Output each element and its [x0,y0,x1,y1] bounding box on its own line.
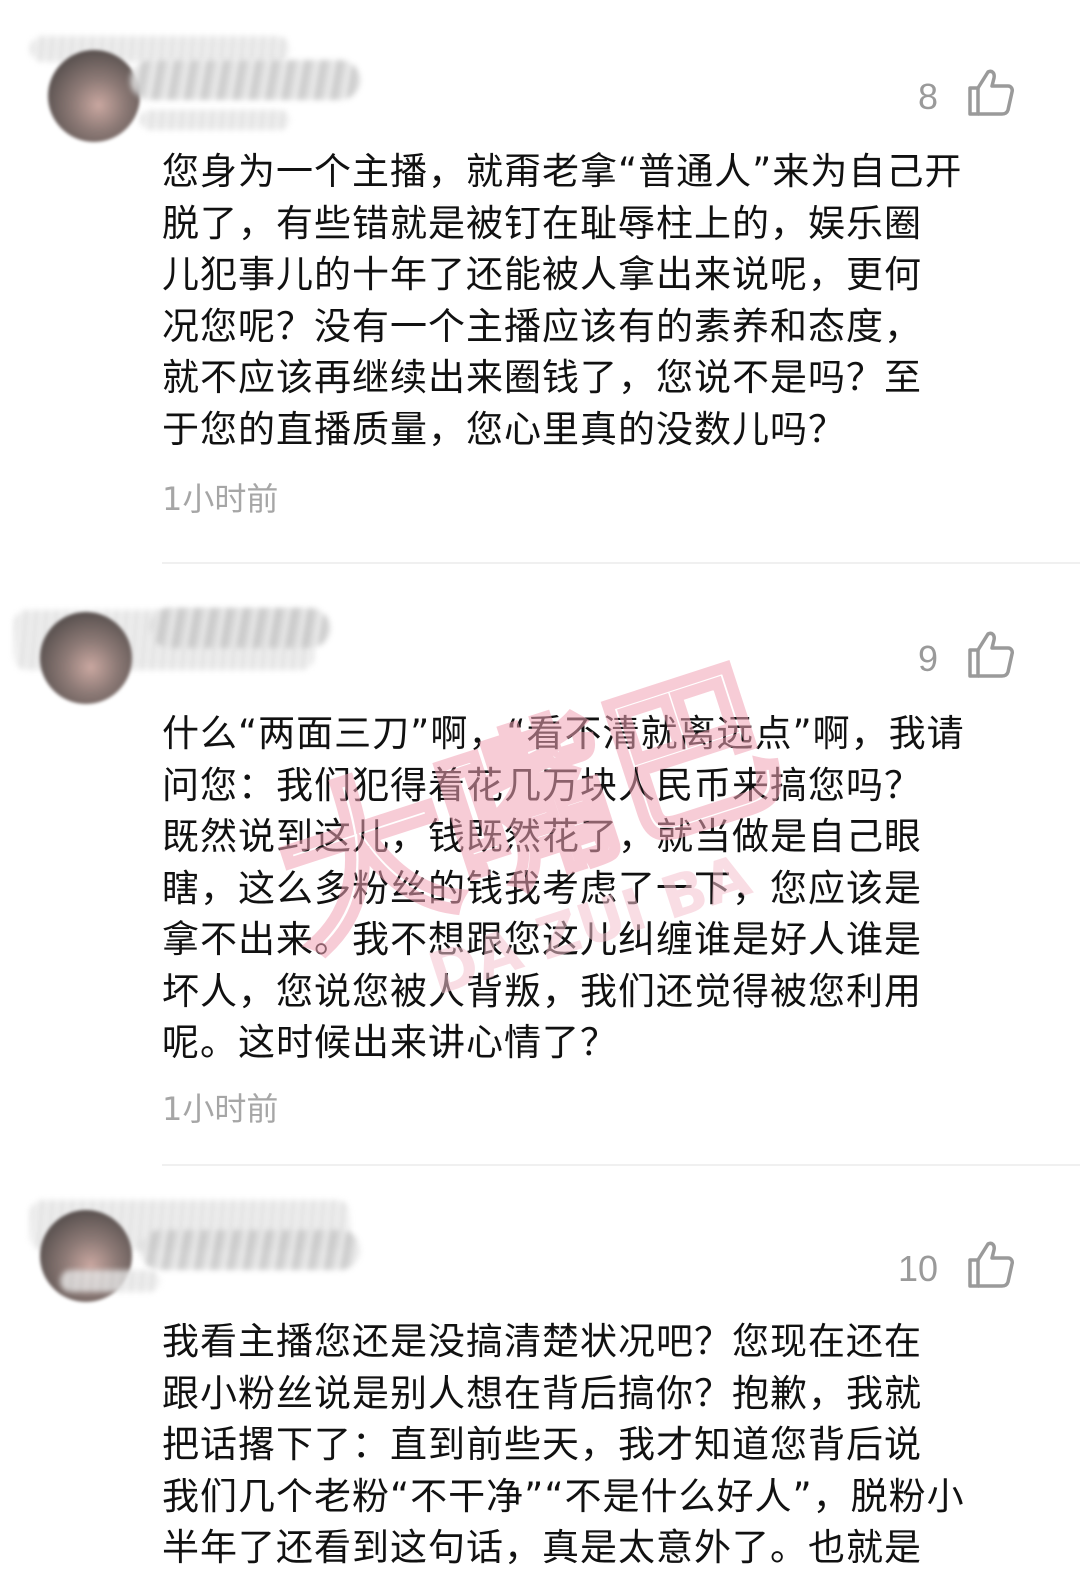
avatar[interactable] [48,50,140,142]
divider [162,562,1080,564]
comment-timestamp: 1小时前 [162,1090,279,1128]
blurred-username [140,110,290,130]
like-count: 8 [917,76,938,117]
thumbs-up-icon[interactable] [964,66,1016,118]
blurred-username [150,608,330,648]
comment-text: 什么“两面三刀”啊，“看不清就离远点”啊，我请 问您：我们犯得着花几万块人民币来… [162,712,965,1064]
blurred-username [60,1270,160,1292]
blurred-username [130,60,360,100]
comment-text: 您身为一个主播，就甭老拿“普通人”来为自己开 脱了，有些错就是被钉在耻辱柱上的，… [162,150,963,451]
thumbs-up-icon[interactable] [964,628,1016,680]
blurred-username [140,1230,360,1270]
thumbs-up-icon[interactable] [964,1238,1016,1290]
comment-text: 我看主播您还是没搞清楚状况吧？您现在还在 跟小粉丝说是别人想在背后搞你？抱歉，我… [162,1320,965,1569]
divider [162,1164,1080,1166]
like-count: 9 [917,638,938,679]
comment-timestamp: 1小时前 [162,480,279,518]
like-count: 10 [897,1248,938,1289]
avatar[interactable] [40,612,132,704]
